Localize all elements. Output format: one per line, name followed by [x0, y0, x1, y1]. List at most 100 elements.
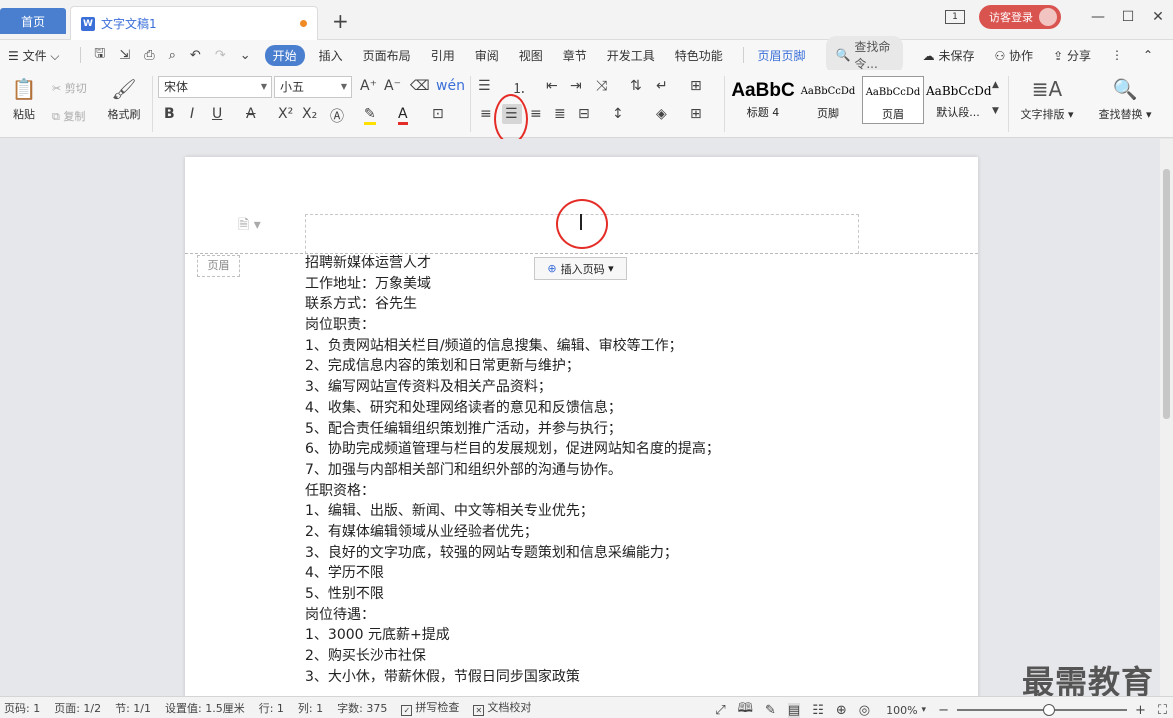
- menu-tab-references[interactable]: 引用: [431, 47, 455, 64]
- style-heading4[interactable]: AaBbC 标题 4: [730, 76, 796, 124]
- doc-proof-button[interactable]: ✕ 文档校对: [473, 699, 531, 716]
- clear-format-icon[interactable]: ⌫: [410, 78, 430, 94]
- style-footer[interactable]: AaBbCcDd 页脚: [796, 76, 860, 124]
- restore-button[interactable]: ☐: [1113, 9, 1143, 25]
- bullet-list-icon[interactable]: ☰: [478, 78, 491, 94]
- find-replace-button[interactable]: 🔍 查找替换 ▾: [1094, 78, 1156, 122]
- bold-icon[interactable]: B: [164, 106, 175, 122]
- tab-document[interactable]: W 文字文稿1: [70, 6, 318, 40]
- font-size-combo[interactable]: 小五 ▼: [274, 76, 352, 98]
- undo-icon[interactable]: ↶: [190, 48, 201, 63]
- menu-tab-home[interactable]: 开始: [264, 44, 305, 66]
- menu-tab-chapter[interactable]: 章节: [563, 47, 587, 64]
- highlight-icon[interactable]: ✎: [364, 106, 376, 125]
- unsaved-button[interactable]: ☁ 未保存: [923, 47, 975, 64]
- collapse-ribbon-icon[interactable]: ⌃: [1143, 48, 1153, 62]
- copy-button[interactable]: ⧉ 复制: [52, 108, 98, 124]
- read-mode-icon[interactable]: 🕮: [738, 699, 753, 718]
- shrink-font-icon[interactable]: A⁻: [384, 78, 401, 94]
- status-row[interactable]: 行: 1: [259, 700, 284, 716]
- styles-scroll-up-icon[interactable]: ▲: [992, 80, 999, 90]
- quick-access-more-icon[interactable]: ⌄: [240, 48, 251, 63]
- edit-mode-icon[interactable]: ✎: [765, 703, 776, 718]
- file-menu[interactable]: ☰ 文件 ⌵: [8, 47, 60, 64]
- status-setting[interactable]: 设置值: 1.5厘米: [165, 700, 245, 716]
- format-painter-button[interactable]: 🖌 格式刷: [104, 78, 144, 122]
- zoom-menu-icon[interactable]: ▾: [922, 705, 927, 715]
- menu-tab-page-layout[interactable]: 页面布局: [363, 47, 411, 64]
- menu-tab-review[interactable]: 审阅: [475, 47, 499, 64]
- visitor-login-button[interactable]: 访客登录: [979, 5, 1061, 29]
- document-body[interactable]: 招聘新媒体运营人才 工作地址：万象美域 联系方式：谷先生 岗位职责： 1、负责网…: [305, 253, 825, 687]
- shading-icon[interactable]: ◈: [656, 106, 667, 122]
- increase-indent-icon[interactable]: ⇥: [570, 78, 582, 94]
- distributed-align-icon[interactable]: ⊟: [578, 106, 590, 122]
- eye-protect-icon[interactable]: ◎: [859, 703, 870, 718]
- outline-view-icon[interactable]: ☷: [812, 703, 824, 718]
- paste-button[interactable]: 📋 粘贴: [6, 78, 42, 122]
- justify-icon[interactable]: ≣: [554, 106, 566, 122]
- phonetic-guide-icon[interactable]: wén: [436, 78, 465, 94]
- status-page-number[interactable]: 页码: 1: [4, 700, 40, 716]
- status-word-count[interactable]: 字数: 375: [337, 700, 387, 716]
- borders-icon[interactable]: ⊞: [690, 106, 702, 122]
- header-options-icon[interactable]: 🗎 ▾: [238, 214, 261, 238]
- export-icon[interactable]: ⇲: [119, 48, 130, 63]
- new-tab-button[interactable]: +: [332, 9, 349, 33]
- menu-tab-developer[interactable]: 开发工具: [607, 47, 655, 64]
- zoom-slider[interactable]: [956, 704, 1127, 716]
- sort-icon[interactable]: ⇅: [630, 78, 642, 94]
- line-spacing-icon[interactable]: ↕: [612, 106, 624, 122]
- print-preview-icon[interactable]: ⌕: [169, 48, 176, 63]
- scrollbar-thumb[interactable]: [1163, 169, 1170, 419]
- spell-check-toggle[interactable]: ✓ 拼写检查: [401, 699, 459, 716]
- tab-stops-icon[interactable]: ⊞: [690, 78, 702, 94]
- cut-button[interactable]: ✂ 剪切: [52, 80, 98, 96]
- superscript-icon[interactable]: X²: [278, 106, 293, 122]
- save-icon[interactable]: 🖫: [94, 44, 105, 66]
- zoom-out-button[interactable]: −: [938, 703, 949, 718]
- chinese-layout-icon[interactable]: ⤨: [596, 78, 607, 94]
- vertical-scrollbar[interactable]: [1160, 139, 1173, 696]
- menu-tab-view[interactable]: 视图: [519, 47, 543, 64]
- text-layout-button[interactable]: ≣A 文字排版 ▾: [1016, 78, 1078, 122]
- align-left-icon[interactable]: ≡: [480, 106, 492, 122]
- page-view-icon[interactable]: ▤: [787, 702, 801, 718]
- zoom-slider-knob[interactable]: [1042, 704, 1055, 716]
- show-hide-marks-icon[interactable]: ↵: [656, 78, 668, 94]
- status-col[interactable]: 列: 1: [298, 700, 323, 716]
- collaborate-button[interactable]: ⚇ 协作: [994, 47, 1033, 64]
- status-pages[interactable]: 页面: 1/2: [54, 700, 101, 716]
- underline-icon[interactable]: U: [212, 106, 222, 122]
- close-button[interactable]: ✕: [1143, 9, 1173, 25]
- menu-tab-features[interactable]: 特色功能: [675, 47, 723, 64]
- grow-font-icon[interactable]: A⁺: [360, 78, 377, 94]
- menu-tab-insert[interactable]: 插入: [319, 47, 343, 64]
- page-indicator-icon[interactable]: 1: [945, 10, 965, 24]
- font-color-icon[interactable]: A: [398, 106, 408, 125]
- web-view-icon[interactable]: ⊕: [836, 703, 847, 718]
- tab-home[interactable]: 首页: [0, 8, 66, 34]
- italic-icon[interactable]: I: [190, 106, 194, 122]
- decrease-indent-icon[interactable]: ⇤: [546, 78, 558, 94]
- more-menu-icon[interactable]: ⋮: [1111, 48, 1123, 62]
- zoom-in-button[interactable]: +: [1135, 703, 1146, 718]
- share-button[interactable]: ⇪ 分享: [1053, 47, 1091, 64]
- style-header[interactable]: AaBbCcDd 页眉: [862, 76, 924, 124]
- font-name-combo[interactable]: 宋体 ▼: [158, 76, 272, 98]
- styles-more-icon[interactable]: ▼: [992, 106, 999, 116]
- focus-mode-icon[interactable]: ⤢: [715, 703, 725, 718]
- style-default-paragraph[interactable]: AaBbCcDd 默认段...: [926, 76, 992, 124]
- menu-tab-header-footer[interactable]: 页眉页脚: [758, 47, 806, 64]
- strikethrough-icon[interactable]: A: [246, 106, 256, 122]
- align-right-icon[interactable]: ≡: [530, 106, 542, 122]
- redo-icon[interactable]: ↷: [215, 48, 226, 63]
- print-icon[interactable]: ⎙: [144, 48, 154, 63]
- zoom-level[interactable]: 100%: [886, 704, 917, 717]
- fit-window-icon[interactable]: ⛶: [1158, 703, 1167, 718]
- status-section[interactable]: 节: 1/1: [115, 700, 151, 716]
- minimize-button[interactable]: —: [1083, 9, 1113, 25]
- subscript-icon[interactable]: X₂: [302, 106, 317, 122]
- character-border-icon[interactable]: ⊡: [432, 106, 444, 122]
- text-effect-icon[interactable]: Ⓐ: [330, 106, 344, 126]
